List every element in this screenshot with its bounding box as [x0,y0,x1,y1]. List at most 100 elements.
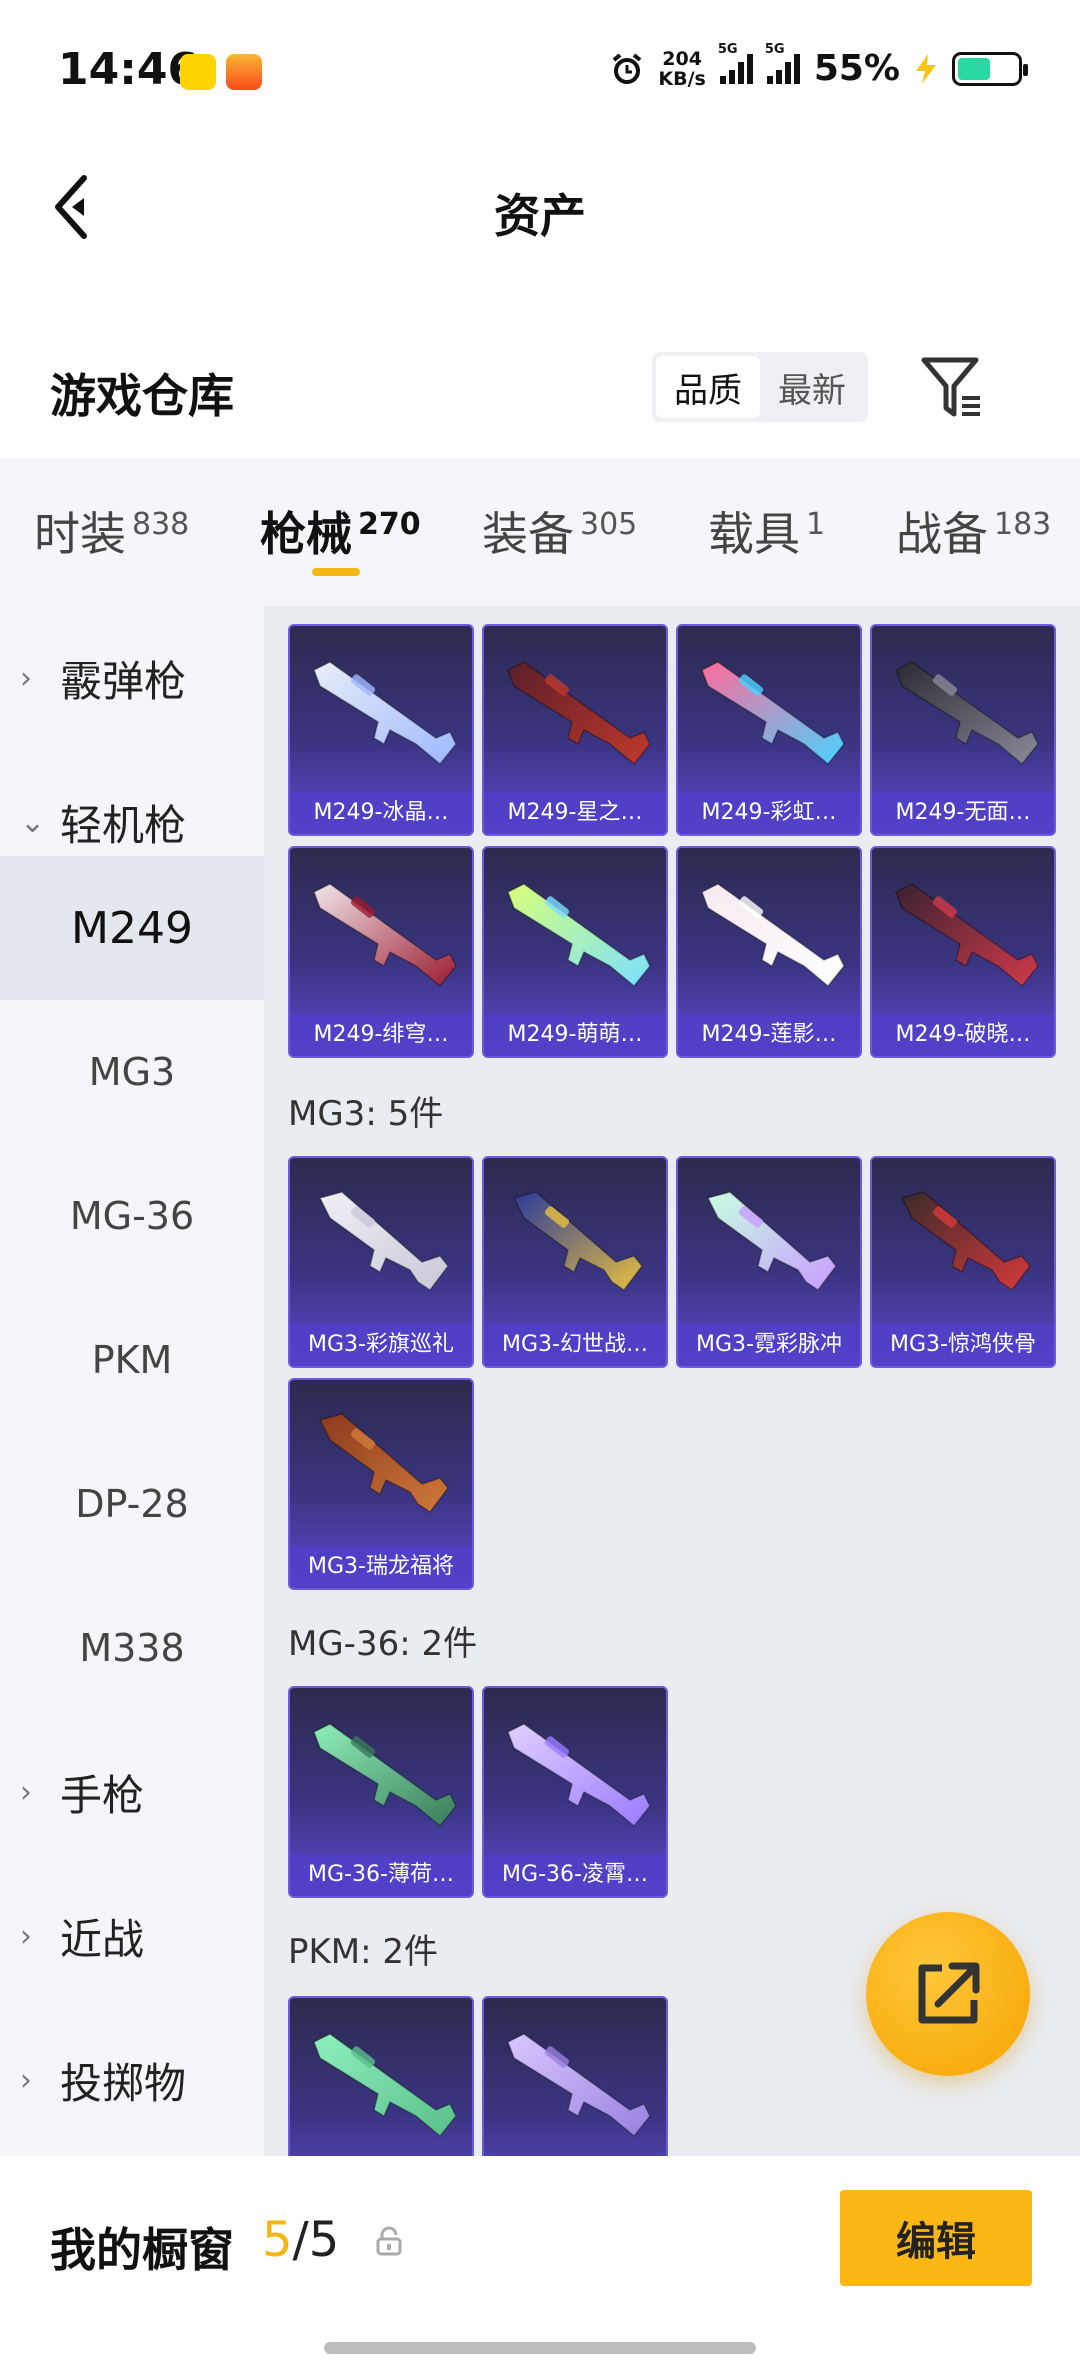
battery-percent: 55% [813,48,900,89]
filter-icon[interactable] [918,352,988,422]
chevron-down-icon: ⌄ [20,804,46,840]
weapon-skin-image [900,1191,1031,1292]
share-external-icon [918,1962,980,2024]
weapon-skin-image [701,661,845,766]
weapon-skin-name: M249-绯穹… [290,1014,472,1056]
weapon-skin-card[interactable]: MG3-幻世战… [482,1156,668,1368]
page-title: 资产 [494,189,586,243]
weapon-skin-name: MG3-惊鸿侠骨 [872,1324,1054,1366]
weapon-skin-name: M249-彩虹… [678,792,860,834]
alarm-icon [613,52,642,84]
weapon-skin-card[interactable]: MG3-霓彩脉冲 [676,1156,862,1368]
section-title-pkm: PKM: 2件 [288,1932,439,1972]
chevron-right-icon: › [20,2062,32,2098]
weapon-skin-name: MG-36-凌霄… [484,1854,666,1896]
weapon-skin-card[interactable]: MG3-惊鸿侠骨 [870,1156,1056,1368]
weapon-type-sidebar: › 霰弹枪 ⌄ 轻机枪 M249 MG3 MG-36 PKM DP-28 M33… [0,606,264,2156]
signal-icon: 5G [765,42,800,84]
category-tabs: 时装 838 枪械 270 装备 305 载具 1 战备 183 [0,458,1080,606]
weapon-skin-card[interactable]: MG3-彩旗巡礼 [288,1156,474,1368]
weapon-skin-name: MG3-瑞龙福将 [290,1546,472,1588]
battery-icon [952,51,1028,86]
weapon-skin-image [313,883,457,988]
weapon-skin-name: MG3-彩旗巡礼 [290,1324,472,1366]
active-tab-indicator [312,568,360,576]
sidebar-item-melee[interactable]: › 近战 [0,1864,264,2008]
weapon-skin-name: M249-无面… [872,792,1054,834]
weapon-skin-image [507,2033,651,2138]
weapon-skin-card[interactable]: M249-绯穹… [288,846,474,1058]
net-speed: 204 KB/s [658,47,706,90]
sidebar-item-throwables[interactable]: › 投掷物 [0,2008,264,2152]
weapon-skin-image [313,661,457,766]
home-indicator [324,2342,756,2354]
weapon-skin-name: M249-星之… [484,792,666,834]
chevron-right-icon: › [20,1774,32,1810]
weapon-skin-card[interactable]: MG-36-凌霄… [482,1686,668,1898]
weapon-skin-image [313,2033,457,2138]
weapon-skin-card[interactable]: MG-36-薄荷… [288,1686,474,1898]
status-time: 14:46 [58,44,199,95]
chevron-right-icon: › [20,660,32,696]
weapon-skin-image [507,661,651,766]
sort-option-latest[interactable]: 最新 [760,356,864,418]
weapon-skin-image [507,883,651,988]
weapon-skin-image [507,1723,651,1828]
charging-icon [916,53,936,84]
sidebar-item-pkm[interactable]: PKM [0,1288,264,1432]
status-indicators: 204 KB/s 5G 5G 55% [610,42,1028,90]
lock-icon [376,2226,402,2256]
sidebar-item-shotgun[interactable]: › 霰弹枪 [0,606,264,750]
tab-firearms[interactable]: 枪械 270 [260,498,421,564]
weapon-skin-name: MG3-霓彩脉冲 [678,1324,860,1366]
showcase-count: 5/5 [262,2212,340,2268]
weapon-skin-image [706,1191,837,1292]
weapon-skin-image [318,1191,449,1292]
tab-fashion[interactable]: 时装 838 [34,498,189,564]
weapon-skin-image [701,883,845,988]
weapon-skin-name: M249-冰晶… [290,792,472,834]
weapon-skin-card[interactable] [482,1996,668,2156]
sidebar-item-pistol[interactable]: › 手枪 [0,1720,264,1864]
weapon-skin-image [313,1723,457,1828]
weapon-skin-card[interactable]: M249-冰晶… [288,624,474,836]
weapon-skin-card[interactable]: M249-无面… [870,624,1056,836]
weapon-skin-card[interactable]: M249-星之… [482,624,668,836]
tab-supplies[interactable]: 战备 183 [896,498,1051,564]
tab-vehicles[interactable]: 载具 1 [708,498,825,564]
sidebar-item-mg3[interactable]: MG3 [0,1000,264,1144]
weapon-skin-image [895,883,1039,988]
sidebar-item-m338[interactable]: M338 [0,1576,264,1720]
chevron-right-icon: › [20,1918,32,1954]
weapon-skin-card[interactable]: M249-彩虹… [676,624,862,836]
weapon-skin-card[interactable]: M249-破晓… [870,846,1056,1058]
weapon-skin-image [895,661,1039,766]
weapon-skin-card[interactable]: MG3-瑞龙福将 [288,1378,474,1590]
weapon-skin-card[interactable]: M249-萌萌… [482,846,668,1058]
showcase-label: 我的橱窗 [50,2223,234,2277]
showcase-bar: 我的橱窗 5/5 编辑 [0,2156,1080,2376]
sort-option-quality[interactable]: 品质 [656,356,760,418]
tab-equipment[interactable]: 装备 305 [482,498,637,564]
weapon-skin-image [512,1191,643,1292]
share-button[interactable] [866,1912,1030,2076]
sidebar-item-mg36[interactable]: MG-36 [0,1144,264,1288]
weapon-skin-name: MG-36-薄荷… [290,1854,472,1896]
warehouse-title: 游戏仓库 [50,369,234,423]
sort-toggle[interactable]: 品质 最新 [652,352,868,422]
signal-icon: 5G [718,42,753,84]
weapon-skin-name: M249-莲影… [678,1014,860,1056]
section-title-mg36: MG-36: 2件 [288,1624,478,1664]
weapon-skin-name: M249-破晓… [872,1014,1054,1056]
weapon-skin-image [318,1413,449,1514]
app-notification-icon [226,54,262,90]
status-bar: 14:46 204 KB/s 5G 5G 55% [0,0,1080,140]
sidebar-item-dp28[interactable]: DP-28 [0,1432,264,1576]
app-notification-icon [180,54,216,90]
weapon-skin-name: M249-萌萌… [484,1014,666,1056]
weapon-skin-card[interactable]: M249-莲影… [676,846,862,1058]
edit-button[interactable]: 编辑 [840,2190,1032,2286]
sidebar-item-m249[interactable]: M249 [0,856,264,1000]
section-title-mg3: MG3: 5件 [288,1094,444,1134]
weapon-skin-card[interactable] [288,1996,474,2156]
